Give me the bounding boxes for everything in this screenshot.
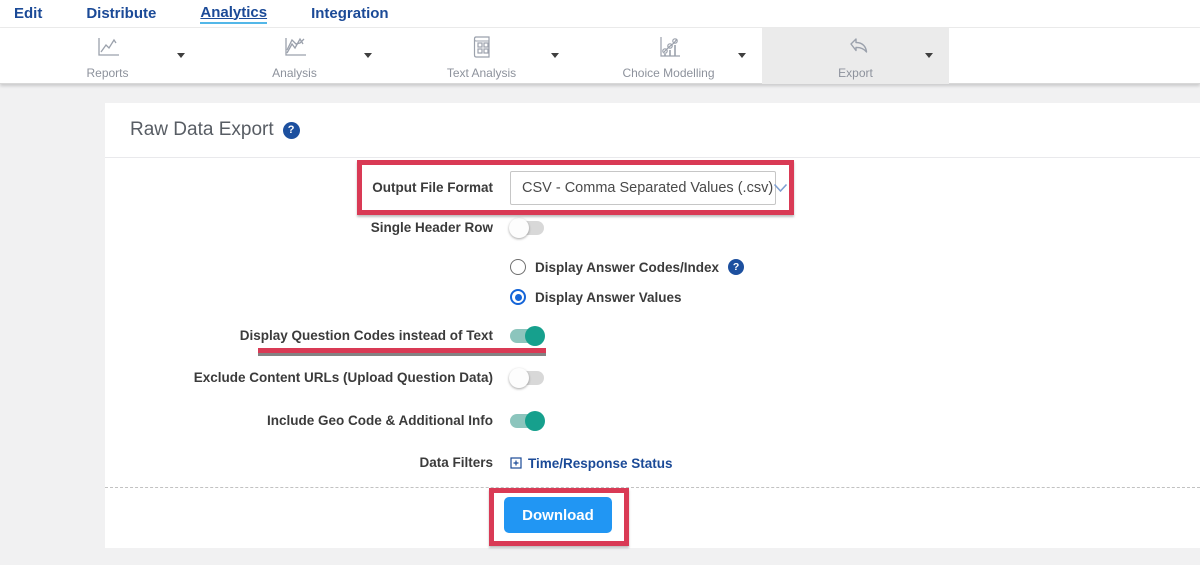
toolbar-tab-label: Analysis bbox=[272, 66, 317, 80]
single-header-row: Single Header Row bbox=[105, 217, 1200, 239]
question-codes-row: Display Question Codes instead of Text bbox=[105, 325, 1200, 347]
top-navigation: Edit Distribute Analytics Integration bbox=[0, 0, 1200, 28]
toolbar-tab-reports[interactable]: Reports bbox=[14, 28, 201, 84]
time-response-status-link[interactable]: Time/Response Status bbox=[510, 456, 673, 471]
chevron-down-icon[interactable] bbox=[925, 53, 933, 58]
answer-codes-radio-label: Display Answer Codes/Index bbox=[535, 259, 720, 275]
geo-code-label: Include Geo Code & Additional Info bbox=[267, 413, 493, 428]
dashed-separator bbox=[105, 487, 1200, 488]
page-title: Raw Data Export bbox=[130, 119, 274, 140]
chevron-down-icon[interactable] bbox=[364, 53, 372, 58]
reports-line-chart-icon bbox=[95, 35, 121, 59]
toolbar-tab-analysis[interactable]: Analysis bbox=[201, 28, 388, 84]
download-button[interactable]: Download bbox=[504, 497, 612, 533]
toggle-knob bbox=[525, 326, 545, 346]
answer-codes-radio-unselected[interactable] bbox=[510, 259, 526, 275]
answer-values-radio-selected[interactable] bbox=[510, 289, 526, 305]
exclude-urls-label: Exclude Content URLs (Upload Question Da… bbox=[193, 370, 493, 385]
single-header-label: Single Header Row bbox=[370, 220, 493, 235]
geo-code-toggle-on[interactable] bbox=[510, 411, 545, 431]
toolbar-tab-export-active[interactable]: Export bbox=[762, 28, 949, 84]
exclude-urls-row: Exclude Content URLs (Upload Question Da… bbox=[105, 367, 1200, 389]
help-icon[interactable]: ? bbox=[282, 121, 300, 139]
raw-data-export-panel: Raw Data Export ? Output File Format CSV… bbox=[105, 103, 1200, 548]
nav-item-distribute[interactable]: Distribute bbox=[86, 5, 156, 22]
output-format-select[interactable]: CSV - Comma Separated Values (.csv) bbox=[510, 171, 788, 205]
plus-box-icon bbox=[510, 457, 522, 469]
question-codes-toggle-on[interactable] bbox=[510, 326, 545, 346]
choice-modelling-chart-icon bbox=[656, 35, 682, 59]
toolbar-tab-label: Text Analysis bbox=[446, 66, 517, 80]
data-filters-row: Data Filters Time/Response Status bbox=[105, 452, 1200, 474]
nav-item-analytics[interactable]: Analytics bbox=[200, 4, 268, 24]
toolbar-tab-choice-modelling[interactable]: Choice Modelling bbox=[575, 28, 762, 84]
nav-item-integration[interactable]: Integration bbox=[311, 5, 389, 22]
exclude-urls-toggle-off[interactable] bbox=[509, 368, 544, 388]
nav-item-edit[interactable]: Edit bbox=[14, 5, 42, 22]
select-chevron-down-icon bbox=[773, 183, 788, 193]
toolbar-tab-label: Export bbox=[838, 66, 873, 80]
time-response-status-text: Time/Response Status bbox=[528, 455, 673, 471]
help-icon[interactable]: ? bbox=[728, 259, 745, 275]
text-analysis-document-icon bbox=[469, 35, 495, 59]
toggle-knob bbox=[509, 218, 529, 238]
toolbar-tab-text-analysis[interactable]: Text Analysis bbox=[388, 28, 575, 84]
toggle-knob bbox=[509, 368, 529, 388]
single-header-toggle-off[interactable] bbox=[509, 218, 544, 238]
annotation-underline-question-codes bbox=[258, 348, 546, 353]
answer-values-radio-label: Display Answer Values bbox=[535, 289, 682, 305]
analysis-multiline-chart-icon bbox=[282, 35, 308, 59]
answer-values-radio-row: Display Answer Values bbox=[105, 286, 1200, 308]
chevron-down-icon[interactable] bbox=[551, 53, 559, 58]
toggle-knob bbox=[525, 411, 545, 431]
answer-codes-radio-row: Display Answer Codes/Index ? bbox=[105, 256, 1200, 278]
analytics-toolbar: Reports Analysis Text Analysis Choice Mo… bbox=[0, 28, 1200, 84]
data-filters-label: Data Filters bbox=[419, 455, 493, 470]
panel-title-row: Raw Data Export ? bbox=[105, 103, 1200, 158]
output-format-selected-value: CSV - Comma Separated Values (.csv) bbox=[522, 180, 774, 196]
toolbar-tab-label: Reports bbox=[86, 66, 129, 80]
question-codes-label: Display Question Codes instead of Text bbox=[239, 328, 493, 343]
geo-code-row: Include Geo Code & Additional Info bbox=[105, 410, 1200, 432]
toolbar-tab-label: Choice Modelling bbox=[622, 66, 715, 80]
export-arrow-icon bbox=[841, 35, 871, 59]
output-format-label: Output File Format bbox=[372, 180, 493, 195]
output-format-row: Output File Format CSV - Comma Separated… bbox=[105, 171, 1200, 205]
chevron-down-icon[interactable] bbox=[177, 53, 185, 58]
chevron-down-icon[interactable] bbox=[738, 53, 746, 58]
